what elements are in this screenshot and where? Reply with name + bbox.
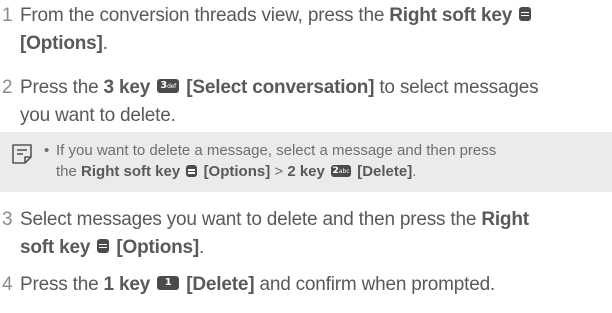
2-key-icon: 2abc xyxy=(331,165,352,178)
step-text: you want to delete. xyxy=(20,105,176,126)
step-text: Select messages you want to delete and t… xyxy=(20,209,482,230)
action-name: [Delete] xyxy=(186,274,255,295)
action-name: [Options] xyxy=(203,163,271,180)
action-name: [Options] xyxy=(116,237,200,258)
step-number: 4 xyxy=(2,274,13,295)
step-text-end: . xyxy=(102,33,108,54)
action-name: [Select conversation] xyxy=(186,77,375,98)
key-name: soft key xyxy=(20,237,91,258)
note-text-end: . xyxy=(412,163,417,180)
step-text: Press the xyxy=(20,274,104,295)
key-name: Right soft key xyxy=(389,5,513,26)
step-text: From the conversion threads view, press … xyxy=(20,5,390,26)
action-name: [Options] xyxy=(20,33,103,54)
1-key-icon: 1 xyxy=(157,275,180,290)
note-text: • If you want to delete a message, selec… xyxy=(44,140,612,182)
step-text: to select messages xyxy=(374,77,539,98)
note-icon xyxy=(12,144,32,164)
note-line-2: the Right soft key [Options] > 2 key 2ab… xyxy=(56,161,612,182)
key-name: 1 key xyxy=(103,274,151,295)
key-letters: abc xyxy=(338,168,350,176)
right-soft-key-icon xyxy=(186,165,198,178)
right-soft-key-icon xyxy=(519,6,532,21)
right-soft-key-icon xyxy=(97,238,110,253)
3-key-icon: 3def xyxy=(157,78,180,93)
step-number: 1 xyxy=(2,5,13,26)
key-letters: def xyxy=(167,82,177,90)
key-digit: 1 xyxy=(164,276,172,288)
key-name: 3 key xyxy=(103,77,151,98)
action-name: [Delete] xyxy=(357,163,413,180)
note-line-1: If you want to delete a message, select … xyxy=(56,142,497,159)
note-text-pre: the xyxy=(56,163,82,180)
step-number: 2 xyxy=(2,77,13,98)
key-name: 2 key xyxy=(287,163,325,180)
step-text: Press the xyxy=(20,77,104,98)
key-name: Right xyxy=(481,209,529,230)
step-text: and confirm when prompted. xyxy=(254,274,496,295)
separator: > xyxy=(270,163,288,180)
step-text-end: . xyxy=(199,237,205,258)
note-bullet: • xyxy=(44,142,50,159)
note-box: • If you want to delete a message, selec… xyxy=(0,132,612,192)
step-number: 3 xyxy=(2,209,13,230)
key-name: Right soft key xyxy=(81,163,181,180)
